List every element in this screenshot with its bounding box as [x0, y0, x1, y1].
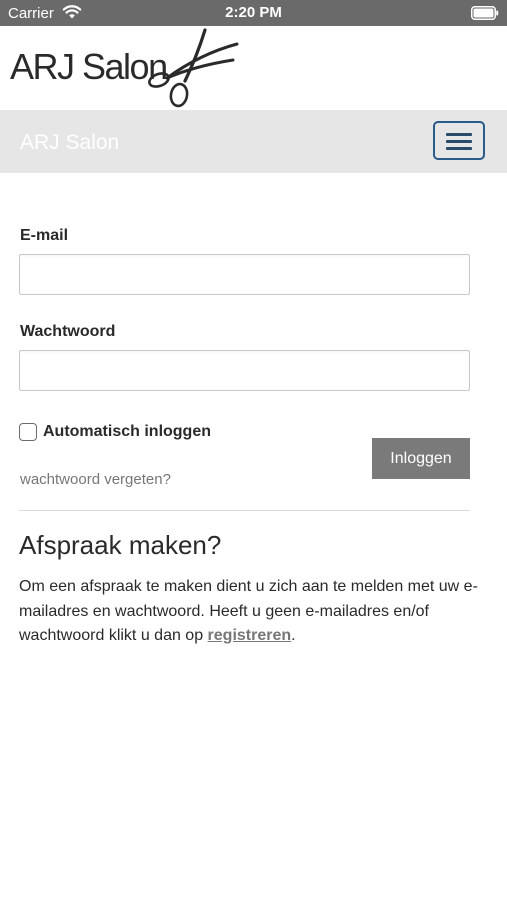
divider	[19, 510, 470, 511]
password-field[interactable]	[19, 350, 470, 391]
appointment-info-text: Om een afspraak te maken dient u zich aa…	[19, 575, 484, 649]
appointment-title: Afspraak maken?	[19, 530, 222, 560]
status-bar: Carrier 2:20 PM	[0, 0, 507, 26]
logo-text: ARJ Salon	[10, 46, 168, 87]
navbar-brand[interactable]: ARJ Salon	[20, 131, 119, 155]
scissors-icon	[148, 28, 239, 108]
remember-me-row[interactable]: Automatisch inloggen	[19, 421, 211, 443]
login-button[interactable]: Inloggen	[372, 438, 470, 479]
appointment-info-end: .	[291, 627, 296, 644]
forgot-password-link[interactable]: wachtwoord vergeten?	[20, 471, 171, 488]
password-label: Wachtwoord	[20, 323, 116, 340]
navbar: ARJ Salon	[0, 110, 507, 173]
logo-header: ARJ Salon	[0, 26, 507, 110]
battery-icon	[471, 6, 499, 20]
email-field[interactable]	[19, 254, 470, 295]
email-label: E-mail	[20, 227, 69, 244]
menu-toggle-button[interactable]	[433, 121, 485, 160]
remember-me-label[interactable]: Automatisch inloggen	[43, 423, 211, 441]
status-time: 2:20 PM	[225, 4, 282, 21]
remember-me-checkbox[interactable]	[19, 423, 37, 441]
register-link[interactable]: registreren	[208, 627, 292, 644]
